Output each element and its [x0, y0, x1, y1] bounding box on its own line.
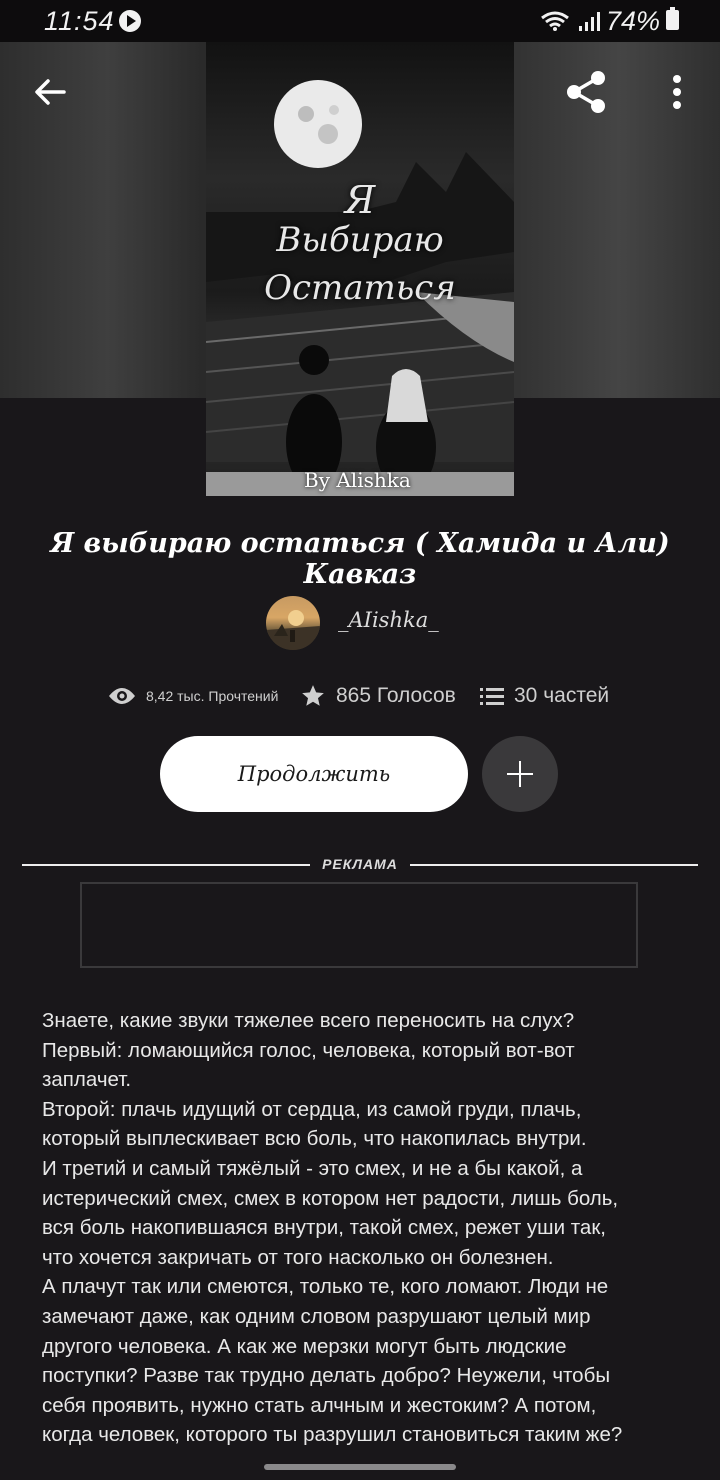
description-line: Второй: плачь идущий от сердца, из самой… — [42, 1097, 582, 1121]
author-avatar[interactable] — [266, 596, 320, 650]
status-time: 11:54 — [44, 6, 115, 36]
ad-banner[interactable] — [80, 882, 638, 968]
book-cover: Я Выбираю Остаться By Alishka — [206, 42, 514, 496]
description-line: себя проявить, нужно стать алчным и жест… — [42, 1393, 597, 1417]
parts-stat: 30 частей — [480, 680, 609, 712]
book-title: Я выбираю остаться ( Хамида и Али) Кавка… — [50, 528, 670, 590]
votes-count: 865 Голосов — [336, 684, 456, 707]
reads-count: 8,42 тыс. Прочтений — [146, 688, 279, 704]
more-options-icon[interactable] — [664, 72, 690, 112]
book-stats: 8,42 тыс. Прочтений 865 Голосов 30 часте… — [0, 680, 720, 712]
ad-divider-left — [22, 864, 310, 866]
description-line: истерический смех, смех в котором нет ра… — [42, 1186, 619, 1210]
reads-stat: 8,42 тыс. Прочтений — [108, 680, 278, 712]
votes-stat: 865 Голосов — [300, 680, 456, 712]
status-bar: 11:54 74% — [0, 0, 720, 42]
description-line: заплачет. — [42, 1068, 132, 1092]
description-line: И третий и самый тяжёлый - это смех, и н… — [42, 1156, 583, 1180]
cover-title-line3: Остаться — [264, 268, 456, 308]
cover-signature: By Alishka — [304, 468, 411, 492]
author-name[interactable]: _AIishka_ — [338, 608, 439, 632]
book-description: Знаете, какие звуки тяжелее всего перено… — [42, 1006, 682, 1450]
description-line: другого человека. А как же мерзки могут … — [42, 1334, 567, 1358]
add-to-library-button[interactable] — [482, 736, 558, 812]
description-line: что хочется закричать от того насколько … — [42, 1245, 554, 1269]
ad-label: РЕКЛАМА — [322, 856, 398, 872]
share-icon[interactable] — [562, 68, 610, 116]
wifi-icon — [541, 11, 569, 31]
eye-icon — [109, 688, 135, 704]
description-line: когда человек, которого ты разрушил стан… — [42, 1423, 623, 1447]
battery-percent: 74% — [606, 6, 661, 36]
star-icon — [302, 685, 324, 706]
cover-title-line2: Выбираю — [276, 220, 444, 260]
ad-divider-right — [410, 864, 698, 866]
continue-reading-button[interactable]: Продолжить — [160, 736, 468, 812]
home-indicator[interactable] — [264, 1464, 456, 1470]
description-line: поступки? Разве так трудно делать добро?… — [42, 1364, 611, 1388]
list-icon — [480, 688, 504, 705]
battery-icon — [666, 7, 679, 30]
back-arrow-icon[interactable] — [30, 72, 70, 112]
media-play-icon — [119, 10, 141, 32]
description-line: замечают даже, как одним словом разрушаю… — [42, 1304, 591, 1328]
description-line: Знаете, какие звуки тяжелее всего перено… — [42, 1009, 575, 1032]
description-line: А плачут так или смеются, только те, ког… — [42, 1275, 609, 1299]
cover-title-line1: Я — [344, 178, 376, 222]
description-line: вся боль накопившаяся внутри, такой смех… — [42, 1216, 606, 1240]
signal-icon — [579, 12, 600, 31]
description-line: который выплескивает всю боль, что накоп… — [42, 1127, 587, 1151]
description-line: Первый: ломающийся голос, человека, кото… — [42, 1038, 575, 1062]
parts-count: 30 частей — [514, 684, 610, 707]
